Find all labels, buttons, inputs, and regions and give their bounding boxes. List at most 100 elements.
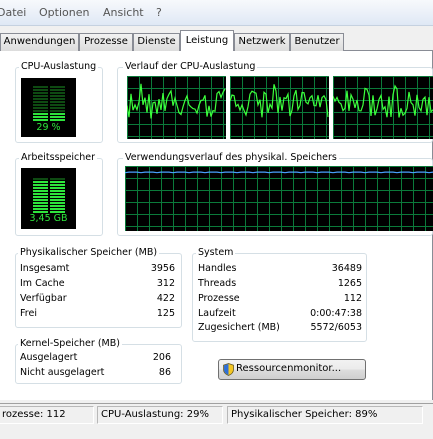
- meter-segment: [50, 86, 65, 88]
- memory-usage-value: 3,45 GB: [29, 213, 68, 224]
- meter-segment: [33, 86, 48, 88]
- meter-segment: [33, 181, 48, 183]
- menu-ansicht[interactable]: Ansicht: [103, 6, 144, 19]
- memory-meter-bars: [33, 178, 65, 213]
- meter-segment: [50, 187, 65, 189]
- meter-segment: [33, 199, 48, 201]
- meter-segment: [50, 205, 65, 207]
- cpu-history-graph-core1: [127, 76, 226, 139]
- meter-segment: [50, 98, 65, 100]
- meter-segment: [33, 193, 48, 195]
- resource-monitor-label: Ressourcenmonitor...: [236, 363, 342, 374]
- tab-leistung[interactable]: Leistung: [180, 30, 234, 51]
- meter-segment: [50, 196, 65, 198]
- cpu-meter-bars: [33, 86, 65, 121]
- memory-history-graph: [125, 166, 433, 231]
- stat-value-verfuegbar: 422: [156, 293, 175, 304]
- kernel-memory-title: Kernel-Speicher (MB): [18, 338, 122, 349]
- meter-segment: [50, 199, 65, 201]
- stat-value-zugesichert: 5572/6053: [310, 322, 362, 333]
- stat-value-prozesse: 112: [343, 293, 362, 304]
- meter-segment: [50, 193, 65, 195]
- meter-segment: [50, 95, 65, 97]
- stat-value-ausgelagert: 206: [152, 352, 171, 363]
- meter-segment: [33, 89, 48, 91]
- tab-netzwerk[interactable]: Netzwerk: [234, 33, 290, 51]
- menu-datei[interactable]: Datei: [0, 6, 26, 19]
- meter-segment: [33, 205, 48, 207]
- physical-memory-title: Physikalischer Speicher (MB): [18, 247, 160, 258]
- meter-segment: [33, 110, 48, 112]
- stat-label-laufzeit: Laufzeit: [198, 308, 236, 319]
- cpu-history-graph-core2: [230, 76, 329, 139]
- memory-history-title: Verwendungsverlauf des physikal. Speiche…: [123, 152, 339, 163]
- meter-segment: [50, 107, 65, 109]
- meter-segment: [33, 190, 48, 192]
- meter-segment: [33, 202, 48, 204]
- stat-value-im-cache: 312: [156, 278, 175, 289]
- meter-segment: [33, 187, 48, 189]
- stat-label-prozesse: Prozesse: [198, 293, 240, 304]
- menu-bar: Datei Optionen Ansicht ?: [0, 0, 433, 26]
- stat-value-threads: 1265: [337, 278, 362, 289]
- status-bar: rozesse: 112 CPU-Auslastung: 29% Physika…: [0, 403, 433, 425]
- meter-segment: [50, 104, 65, 106]
- resource-monitor-button[interactable]: Ressourcenmonitor...: [218, 359, 366, 380]
- stat-label-insgesamt: Insgesamt: [20, 263, 70, 274]
- memory-title: Arbeitsspeicher: [19, 152, 98, 163]
- cpu-history-title: Verlauf der CPU-Auslastung: [123, 61, 258, 72]
- meter-segment: [33, 119, 48, 121]
- status-cpu: CPU-Auslastung: 29%: [97, 406, 223, 424]
- meter-segment: [33, 95, 48, 97]
- meter-segment: [33, 196, 48, 198]
- cpu-usage-value: 29 %: [36, 122, 61, 133]
- stat-label-threads: Threads: [198, 278, 237, 289]
- meter-segment: [33, 184, 48, 186]
- meter-segment: [50, 178, 65, 180]
- meter-segment: [50, 184, 65, 186]
- kernel-memory-group: [15, 344, 182, 384]
- stat-value-frei: 125: [156, 308, 175, 319]
- meter-segment: [33, 92, 48, 94]
- meter-segment: [50, 92, 65, 94]
- menu-optionen[interactable]: Optionen: [39, 6, 89, 19]
- meter-segment: [33, 101, 48, 103]
- tab-dienste[interactable]: Dienste: [133, 33, 180, 51]
- stat-label-im-cache: Im Cache: [20, 278, 65, 289]
- status-processes: rozesse: 112: [0, 406, 94, 424]
- meter-segment: [50, 101, 65, 103]
- meter-segment: [33, 113, 48, 115]
- stat-label-zugesichert: Zugesichert (MB): [198, 322, 280, 333]
- meter-segment: [33, 208, 48, 210]
- system-title: System: [196, 247, 236, 258]
- stat-value-handles: 36489: [331, 263, 362, 274]
- cpu-history-graph-core3: [333, 76, 433, 139]
- meter-segment: [50, 119, 65, 121]
- stat-label-ausgelagert: Ausgelagert: [20, 352, 78, 363]
- status-memory: Physikalischer Speicher: 89%: [227, 406, 423, 424]
- stat-label-nicht-ausgelagert: Nicht ausgelagert: [20, 367, 105, 378]
- tab-anwendungen[interactable]: Anwendungen: [0, 33, 79, 51]
- stat-value-laufzeit: 0:00:47:38: [310, 308, 362, 319]
- meter-segment: [50, 89, 65, 91]
- menu-help[interactable]: ?: [156, 6, 162, 19]
- meter-segment: [50, 110, 65, 112]
- meter-segment: [50, 202, 65, 204]
- meter-segment: [50, 116, 65, 118]
- history-trace: [125, 171, 433, 174]
- stat-value-insgesamt: 3956: [150, 263, 175, 274]
- meter-segment: [33, 98, 48, 100]
- stat-label-verfuegbar: Verfügbar: [20, 293, 67, 304]
- memory-usage-meter: 3,45 GB: [21, 168, 76, 229]
- meter-segment: [33, 116, 48, 118]
- meter-segment: [50, 190, 65, 192]
- meter-segment: [50, 208, 65, 210]
- cpu-usage-title: CPU-Auslastung: [19, 61, 99, 72]
- stat-label-handles: Handles: [198, 263, 237, 274]
- tab-prozesse[interactable]: Prozesse: [79, 33, 133, 51]
- meter-segment: [50, 181, 65, 183]
- meter-segment: [33, 104, 48, 106]
- meter-segment: [33, 107, 48, 109]
- tab-benutzer[interactable]: Benutzer: [290, 33, 344, 51]
- meter-segment: [33, 178, 48, 180]
